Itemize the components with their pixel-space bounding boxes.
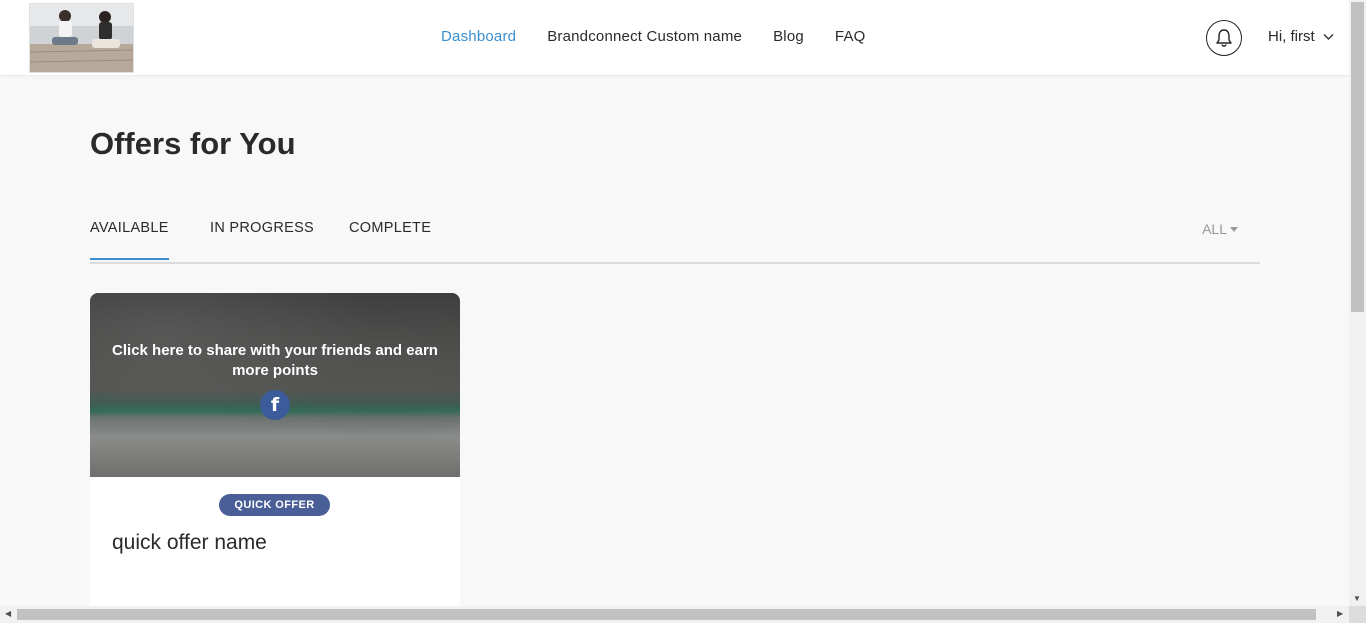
caret-down-icon [1230, 226, 1238, 232]
notifications-button[interactable] [1206, 20, 1242, 56]
facebook-icon[interactable]: f [260, 390, 290, 420]
scrollbar-corner [1349, 606, 1366, 623]
offer-name: quick offer name [112, 531, 267, 554]
scroll-right-arrow-icon[interactable]: ▶ [1337, 609, 1343, 618]
page-title: Offers for You [90, 126, 296, 161]
tab-in-progress[interactable]: IN PROGRESS [210, 220, 314, 258]
nav-blog[interactable]: Blog [773, 28, 804, 45]
horizontal-scrollbar[interactable]: ◀ ▶ [0, 606, 1349, 623]
offer-tabs: AVAILABLE IN PROGRESS COMPLETE ALL [90, 218, 1260, 264]
user-greeting: Hi, first [1268, 28, 1315, 45]
vertical-scrollbar[interactable]: ▼ [1349, 0, 1366, 606]
filter-selected: ALL [1202, 221, 1227, 237]
vertical-scroll-thumb[interactable] [1351, 2, 1364, 312]
horizontal-scroll-thumb[interactable] [17, 609, 1316, 620]
offer-card[interactable]: Click here to share with your friends an… [90, 293, 460, 613]
chevron-down-icon [1323, 33, 1334, 40]
bell-icon [1216, 29, 1232, 47]
nav-brandconnect[interactable]: Brandconnect Custom name [547, 28, 742, 45]
tab-complete[interactable]: COMPLETE [349, 220, 431, 258]
offer-type-badge: QUICK OFFER [219, 494, 330, 516]
user-menu[interactable]: Hi, first [1268, 28, 1334, 45]
main-nav: Dashboard Brandconnect Custom name Blog … [441, 28, 897, 45]
filter-dropdown[interactable]: ALL [1202, 221, 1238, 237]
scroll-down-arrow-icon[interactable]: ▼ [1353, 594, 1361, 603]
nav-faq[interactable]: FAQ [835, 28, 866, 45]
top-header: Dashboard Brandconnect Custom name Blog … [0, 0, 1349, 76]
offer-share-banner[interactable]: Click here to share with your friends an… [90, 293, 460, 477]
scroll-left-arrow-icon[interactable]: ◀ [5, 609, 11, 618]
nav-dashboard[interactable]: Dashboard [441, 28, 516, 45]
share-text: Click here to share with your friends an… [112, 342, 438, 379]
brand-logo[interactable] [29, 3, 134, 73]
tab-available[interactable]: AVAILABLE [90, 220, 169, 260]
